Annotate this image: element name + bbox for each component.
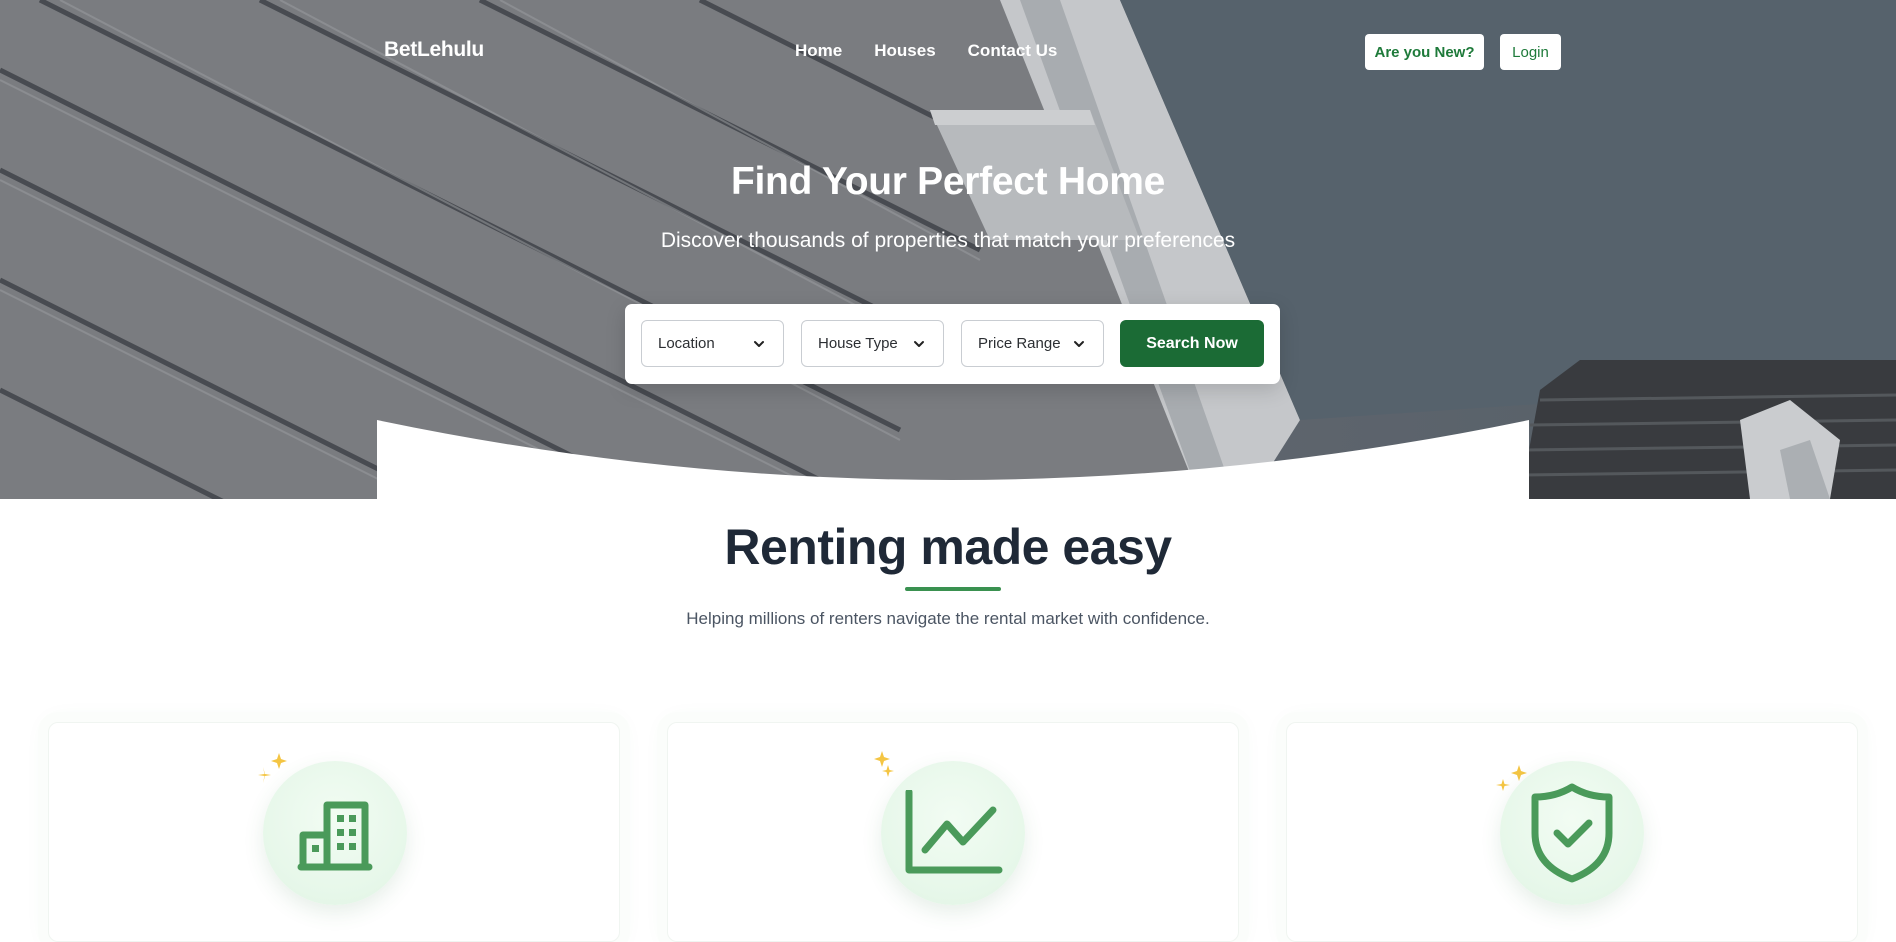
hero-section: BetLehulu Home Houses Contact Us Are you… — [0, 0, 1896, 499]
feature-card — [667, 722, 1239, 942]
feature-icon-circle — [881, 761, 1025, 905]
section-title: Renting made easy — [724, 519, 1172, 575]
hero-wave-divider — [377, 420, 1529, 499]
section-subtitle: Helping millions of renters navigate the… — [686, 609, 1210, 628]
feature-card — [48, 722, 620, 942]
feature-card — [1286, 722, 1858, 942]
section-title-underline — [905, 587, 1001, 591]
sparkle-icon — [874, 751, 894, 777]
shield-check-icon — [1531, 783, 1613, 883]
feature-icon-circle — [263, 761, 407, 905]
feature-icon-circle — [1500, 761, 1644, 905]
chart-line-icon — [905, 790, 1003, 874]
building-icon — [297, 801, 373, 871]
